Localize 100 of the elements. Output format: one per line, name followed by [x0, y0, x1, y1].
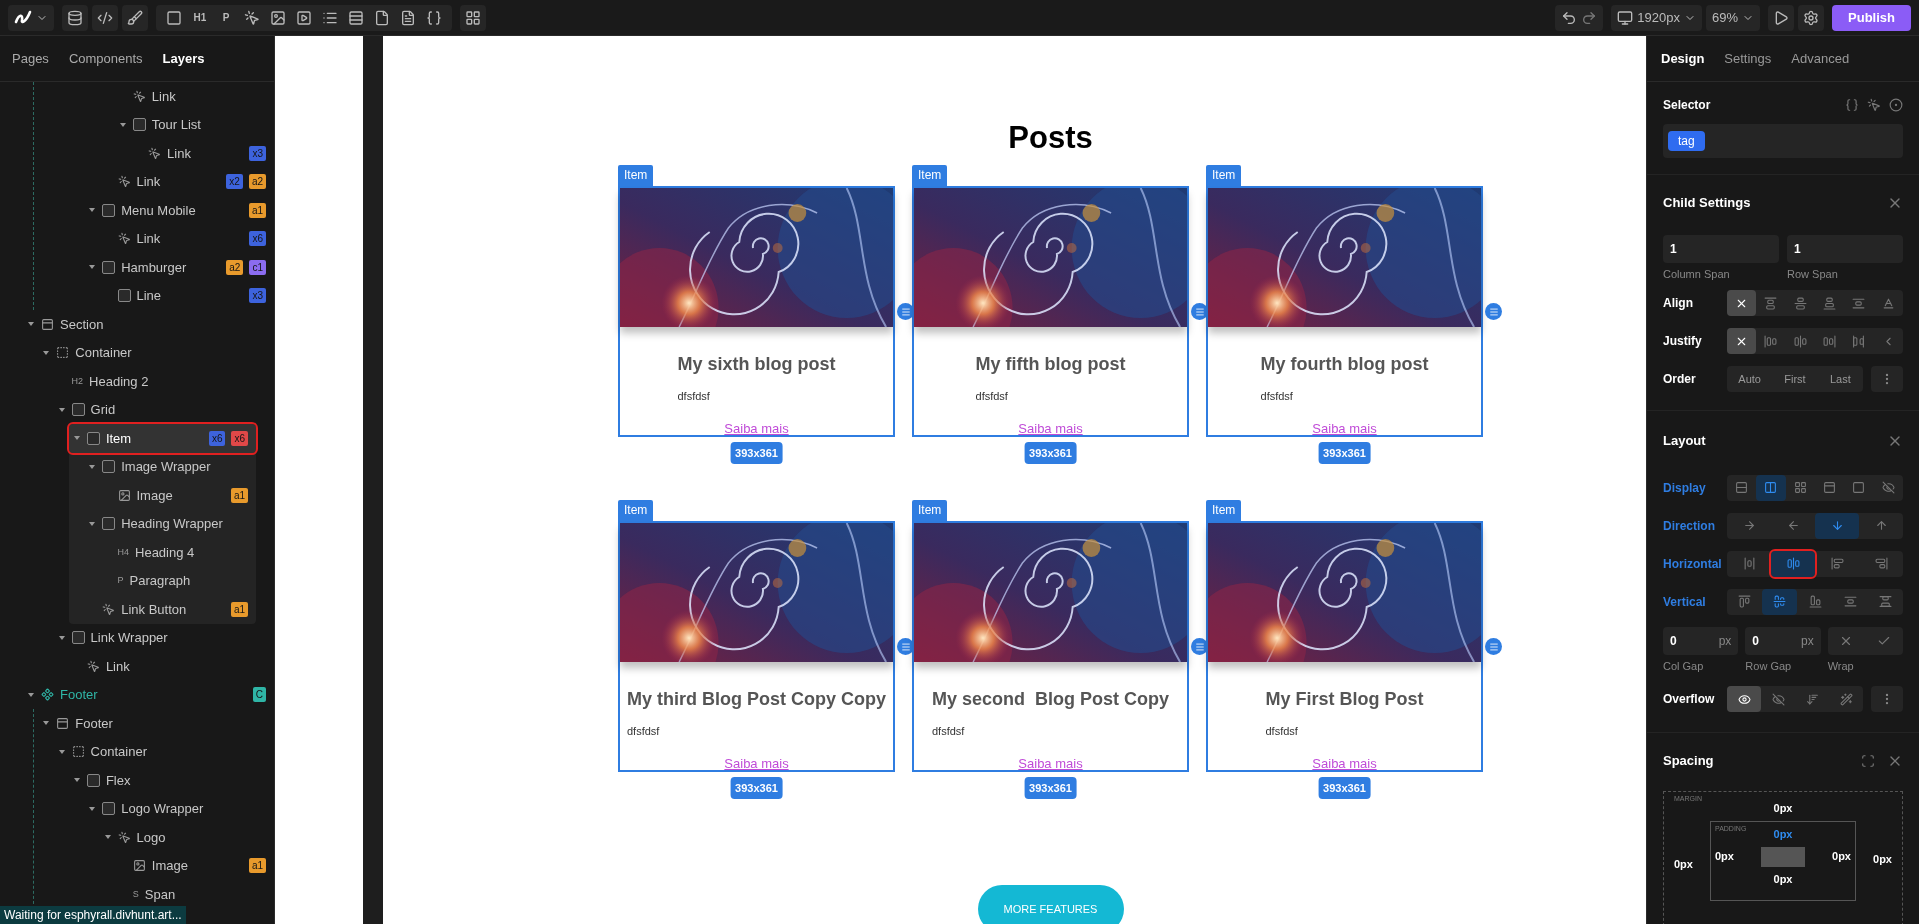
layer-row[interactable]: Tour List [0, 110, 274, 139]
code-button[interactable] [92, 4, 118, 31]
publish-button[interactable]: Publish [1832, 4, 1911, 31]
panel-tab[interactable]: Settings [1724, 48, 1772, 69]
menu-handle-icon[interactable] [1485, 638, 1502, 655]
option-button[interactable] [1727, 328, 1757, 354]
gap-field[interactable]: 0 px [1745, 626, 1821, 655]
layer-row[interactable]: Container [0, 737, 274, 766]
layer-row[interactable]: S Span [0, 880, 274, 909]
order-option[interactable]: Last [1817, 366, 1863, 392]
layer-row[interactable]: Hamburger a2 c1 [0, 253, 274, 282]
box-model-icon[interactable] [1861, 753, 1875, 768]
redo-button[interactable] [1581, 9, 1598, 26]
layer-row[interactable]: Menu Mobile a1 [0, 196, 274, 225]
add-grid-button[interactable] [460, 4, 486, 31]
spacing-value[interactable]: 0px [1773, 826, 1793, 843]
expand-caret-icon[interactable] [28, 322, 34, 327]
option-button[interactable] [1762, 588, 1798, 615]
logo-menu-button[interactable] [8, 4, 54, 31]
expand-caret-icon[interactable] [89, 265, 96, 270]
layer-row[interactable]: Image a1 [0, 851, 274, 880]
panel-tab[interactable]: Components [68, 48, 143, 69]
gap-field[interactable]: 0 px [1663, 626, 1739, 655]
number-field[interactable]: 1 [1663, 234, 1779, 263]
layer-row[interactable]: Item x6 x6 [68, 424, 256, 453]
layer-row[interactable]: Image Wrapper [0, 452, 256, 481]
option-button[interactable] [1756, 474, 1786, 501]
expand-caret-icon[interactable] [119, 122, 126, 127]
expand-caret-icon[interactable] [43, 350, 50, 355]
panel-tab[interactable]: Pages [12, 48, 49, 69]
menu-handle-icon[interactable] [1485, 303, 1502, 320]
layer-row[interactable]: Logo [0, 823, 274, 852]
read-more-link[interactable]: Saiba mais [724, 421, 789, 437]
expand-caret-icon[interactable] [89, 521, 96, 526]
spacing-value[interactable]: 0px [1832, 848, 1851, 865]
layer-row[interactable]: Image a1 [0, 481, 256, 510]
read-more-link[interactable]: Saiba mais [1312, 756, 1377, 772]
layer-row[interactable]: Link [0, 652, 274, 681]
cursor-icon[interactable] [1867, 98, 1881, 112]
layer-row[interactable]: Link x3 [0, 139, 274, 168]
selector-chip[interactable]: tag [1668, 131, 1705, 151]
layer-row[interactable]: Flex [0, 766, 274, 795]
expand-caret-icon[interactable] [58, 635, 65, 640]
read-more-link[interactable]: Saiba mais [1018, 421, 1083, 437]
layer-row[interactable]: Section [0, 310, 274, 339]
expand-caret-icon[interactable] [104, 835, 111, 840]
layer-row[interactable]: P Paragraph [0, 566, 256, 595]
layer-row[interactable]: Footer [0, 709, 274, 738]
layer-row[interactable]: Footer C [0, 680, 274, 709]
expand-caret-icon[interactable] [89, 464, 96, 469]
panel-tab[interactable]: Layers [162, 48, 205, 69]
layer-row[interactable]: Logo Wrapper [0, 794, 274, 823]
layer-row[interactable]: Container [0, 338, 274, 367]
expand-caret-icon[interactable] [73, 778, 80, 783]
read-more-link[interactable]: Saiba mais [1312, 421, 1377, 437]
blog-card[interactable]: My First Blog Post dfsfdsf Saiba mais [1206, 521, 1483, 772]
expand-caret-icon[interactable] [73, 436, 80, 441]
selector-field[interactable]: tag [1663, 124, 1903, 158]
brush-button[interactable] [122, 4, 148, 31]
text-tool-button[interactable]: P [216, 7, 236, 28]
layer-row[interactable]: Link [0, 82, 274, 111]
layer-row[interactable]: Line x3 [0, 281, 274, 310]
zoom-dropdown[interactable]: 69% [1706, 4, 1761, 31]
spacing-value[interactable]: 0px [1773, 800, 1793, 817]
expand-caret-icon[interactable] [58, 407, 65, 412]
blog-card[interactable]: My third Blog Post Copy Copy dfsfdsf Saiba mais [618, 521, 895, 772]
panel-tab[interactable]: Advanced [1791, 48, 1850, 69]
layer-row[interactable]: Grid [0, 395, 274, 424]
read-more-link[interactable]: Saiba mais [1018, 756, 1083, 772]
expand-caret-icon[interactable] [89, 806, 96, 811]
undo-button[interactable] [1561, 9, 1578, 26]
read-more-link[interactable]: Saiba mais [724, 756, 789, 772]
panel-tab[interactable]: Design [1661, 48, 1705, 69]
blog-card[interactable]: My second Blog Post Copy dfsfdsf Saiba mais [912, 521, 1189, 772]
layer-row[interactable]: Heading Wrapper [0, 509, 256, 538]
layer-row[interactable]: Link x6 [0, 224, 274, 253]
target-icon[interactable] [1889, 98, 1903, 112]
spacing-value[interactable]: 0px [1715, 848, 1734, 865]
number-field[interactable]: 1 [1787, 234, 1903, 263]
spacing-value[interactable]: 0px [1674, 857, 1693, 870]
blog-card[interactable]: My fifth blog post dfsfdsf Saiba mais [912, 186, 1189, 437]
option-button[interactable] [1727, 290, 1757, 316]
spacing-value[interactable]: 0px [1873, 850, 1892, 867]
settings-button[interactable] [1798, 4, 1825, 31]
expand-caret-icon[interactable] [28, 692, 34, 697]
layer-row[interactable]: H4 Heading 4 [0, 538, 256, 567]
order-option[interactable]: First [1772, 366, 1818, 392]
expand-caret-icon[interactable] [58, 749, 65, 754]
layer-row[interactable]: H2 Heading 2 [0, 367, 274, 396]
database-button[interactable] [62, 4, 88, 31]
layer-row[interactable]: Link Button a1 [0, 595, 256, 624]
layer-row[interactable]: Link Wrapper [0, 623, 274, 652]
blog-card[interactable]: My sixth blog post dfsfdsf Saiba mais [618, 186, 895, 437]
layer-row[interactable]: Link x2 a2 [0, 167, 274, 196]
preview-button[interactable] [1768, 4, 1795, 31]
expand-caret-icon[interactable] [89, 208, 96, 213]
expand-caret-icon[interactable] [43, 721, 50, 726]
spacing-value[interactable]: 0px [1773, 870, 1793, 887]
order-option[interactable]: Auto [1727, 366, 1773, 392]
blog-card[interactable]: My fourth blog post dfsfdsf Saiba mais [1206, 186, 1483, 437]
